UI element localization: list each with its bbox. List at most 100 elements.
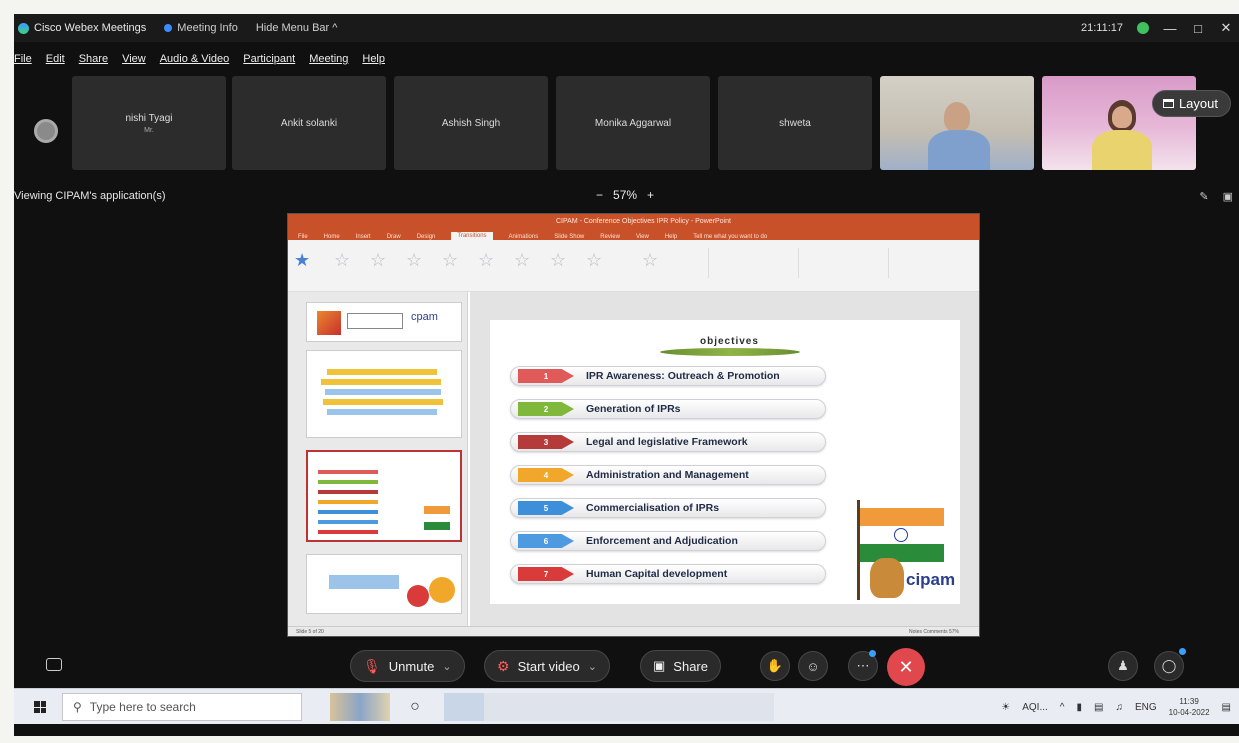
participant-sub: Mr.: [144, 126, 154, 134]
menu-item[interactable]: Audio & Video: [160, 53, 230, 65]
animation-star-icon[interactable]: ☆: [478, 250, 494, 271]
animation-star-icon[interactable]: ☆: [406, 250, 422, 271]
ribbon-tab[interactable]: Transitions: [451, 232, 493, 240]
webex-taskbar-icon[interactable]: [444, 693, 484, 721]
cipam-logo: cipam: [906, 570, 956, 589]
participant-video-tile[interactable]: [880, 76, 1034, 170]
slide-thumbnails: cpam: [288, 292, 468, 626]
annotate-icon[interactable]: ✎: [1199, 190, 1208, 203]
thumb-logo: [347, 313, 403, 329]
leave-meeting-button[interactable]: ✕: [887, 648, 925, 686]
animation-star-icon[interactable]: ☆: [442, 250, 458, 271]
start-video-label: Start video: [517, 658, 580, 674]
thumb-box: [329, 575, 399, 589]
tray-aqi[interactable]: AQI...: [1022, 702, 1048, 713]
participant-face: [944, 102, 970, 132]
objective-row: 3 Legal and legislative Framework: [510, 428, 826, 454]
share-button[interactable]: ▣ Share: [640, 650, 721, 682]
participant-tile[interactable]: Ashish Singh: [394, 76, 548, 170]
menu-item[interactable]: Participant: [243, 53, 295, 65]
clock-time: 11:39: [1179, 697, 1199, 706]
connection-status-icon[interactable]: [1137, 22, 1149, 34]
thumb-line: [318, 480, 378, 484]
zoom-in-button[interactable]: +: [647, 188, 654, 202]
menu-item[interactable]: Help: [362, 53, 385, 65]
effect-options-icon[interactable]: ☆: [642, 250, 658, 271]
weather-icon[interactable]: ☀: [1001, 702, 1010, 713]
thumb-circle: [429, 577, 455, 603]
slide-thumbnail-selected[interactable]: [306, 450, 462, 542]
slide-thumbnail[interactable]: cpam: [306, 302, 462, 342]
share-icon: ▣: [653, 658, 666, 673]
thumb-circle: [407, 585, 429, 607]
objective-label: Commercialisation of IPRs: [586, 502, 720, 514]
animation-star-icon[interactable]: ☆: [586, 250, 602, 271]
zoom-out-button[interactable]: −: [596, 188, 603, 202]
maximize-icon[interactable]: □: [1191, 21, 1205, 36]
slide-thumbnail[interactable]: [306, 554, 462, 614]
chat-panel-icon[interactable]: ◯: [1154, 651, 1184, 681]
powerpoint-title: CIPAM - Conference Objectives IPR Policy…: [556, 217, 731, 225]
start-video-button[interactable]: ⚙ Start video ⌄: [484, 650, 610, 682]
search-icon: ⚲: [73, 700, 82, 714]
objective-row: 1 IPR Awareness: Outreach & Promotion: [510, 362, 826, 388]
menu-item[interactable]: View: [122, 53, 146, 65]
chevron-down-icon[interactable]: ⌄: [588, 660, 597, 673]
menu-item[interactable]: Share: [79, 53, 108, 65]
thumb-line: [327, 409, 437, 415]
menu-item[interactable]: File: [14, 53, 32, 65]
taskbar-clock[interactable]: 11:39 10-04-2022: [1169, 696, 1210, 718]
participant-tile[interactable]: shweta: [718, 76, 872, 170]
slide-counter: Slide 5 of 20: [296, 628, 324, 635]
menu-item[interactable]: Meeting: [309, 53, 348, 65]
meeting-timer: 21:11:17: [1080, 22, 1123, 34]
slide: objectives 1 IPR Awareness: Outreach & Pr…: [490, 320, 960, 604]
thumb-line: [318, 530, 378, 534]
chat-icon[interactable]: [46, 658, 62, 671]
close-window-icon[interactable]: ✕: [1219, 20, 1233, 36]
unmute-button[interactable]: 🎙 Unmute ⌄: [350, 650, 465, 682]
meeting-info-button[interactable]: Meeting Info: [164, 22, 238, 34]
participants-icon[interactable]: ♟: [1108, 651, 1138, 681]
menu-item[interactable]: Edit: [46, 53, 65, 65]
preview-star-icon[interactable]: ★: [294, 250, 310, 271]
thumb-line: [318, 520, 378, 524]
taskbar-app-thumbnail[interactable]: [330, 693, 390, 721]
animation-star-icon[interactable]: ☆: [514, 250, 530, 271]
chevron-down-icon[interactable]: ⌄: [442, 660, 451, 673]
windows-start-icon[interactable]: [34, 701, 46, 713]
chevron-up-icon[interactable]: ^: [1060, 702, 1065, 713]
window-controls: 21:11:17 — □ ✕: [1081, 14, 1233, 42]
viewing-label: Viewing CIPAM's application(s): [14, 190, 166, 202]
network-icon[interactable]: ▤: [1094, 702, 1103, 713]
info-icon: [164, 24, 173, 32]
animation-star-icon[interactable]: ☆: [334, 250, 350, 271]
lion-mascot: [870, 558, 904, 598]
thumb-flag: [424, 506, 450, 530]
volume-icon[interactable]: ♫: [1115, 702, 1123, 713]
reactions-icon[interactable]: ☺: [798, 651, 828, 681]
notification-dot: [1179, 648, 1186, 655]
raise-hand-icon[interactable]: ✋: [760, 651, 790, 681]
participant-tile[interactable]: Ankit solanki: [232, 76, 386, 170]
participant-tile[interactable]: nishi Tyagi Mr.: [72, 76, 226, 170]
slide-thumbnail[interactable]: [306, 350, 462, 438]
minimize-icon[interactable]: —: [1163, 21, 1177, 36]
fullscreen-icon[interactable]: ▣: [1223, 190, 1233, 203]
participant-tile[interactable]: Monika Aggarwal: [556, 76, 710, 170]
webex-window: Cisco Webex Meetings Meeting Info Hide M…: [14, 14, 1239, 736]
lang-indicator[interactable]: ENG: [1135, 702, 1157, 713]
objective-label: IPR Awareness: Outreach & Promotion: [586, 370, 780, 382]
participant-face: [1112, 106, 1132, 128]
notification-center-icon[interactable]: ▤: [1222, 702, 1231, 713]
participant-name: Ashish Singh: [441, 117, 501, 129]
animation-star-icon[interactable]: ☆: [550, 250, 566, 271]
hide-menu-bar-button[interactable]: Hide Menu Bar ^: [256, 22, 338, 34]
battery-icon[interactable]: ▮: [1076, 702, 1082, 713]
participant-name: shweta: [779, 117, 811, 129]
taskbar-search[interactable]: ⚲ Type here to search: [62, 693, 302, 721]
layout-button[interactable]: Layout: [1151, 90, 1231, 117]
self-avatar[interactable]: [34, 119, 58, 143]
cortana-icon[interactable]: ○: [404, 693, 426, 721]
animation-star-icon[interactable]: ☆: [370, 250, 386, 271]
